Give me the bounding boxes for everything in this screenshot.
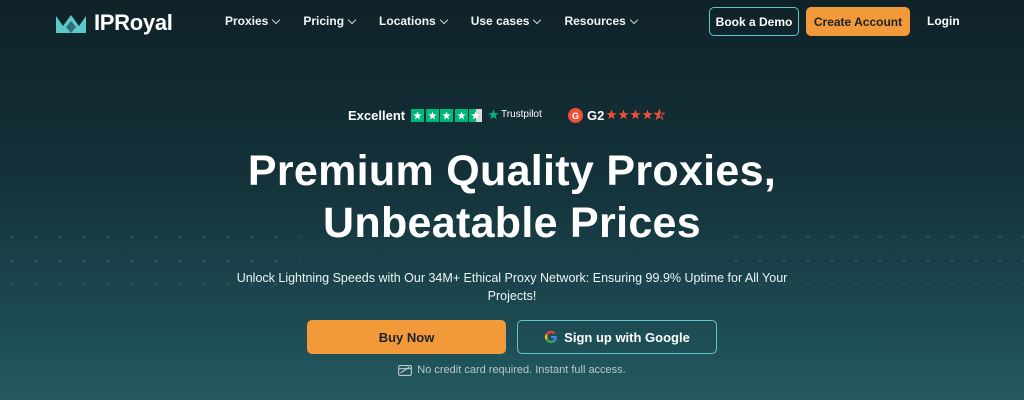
- star-icon: [425, 109, 439, 122]
- menu-label: Use cases: [470, 14, 530, 28]
- brand-logo[interactable]: IPRoyal: [56, 10, 173, 36]
- headline-line-1: Premium Quality Proxies,: [247, 147, 777, 195]
- menu-item-pricing[interactable]: Pricing: [303, 14, 357, 28]
- trustpilot-logo: Trustpilot: [488, 109, 542, 120]
- buy-now-button[interactable]: Buy Now: [307, 320, 506, 354]
- g2-logo-icon: G: [568, 108, 583, 123]
- google-signup-label: Sign up with Google: [564, 329, 690, 345]
- ratings-bar: Excellent Trustpilot G G2: [0, 107, 1024, 125]
- note-text: No credit card required. Instant full ac…: [417, 364, 626, 376]
- menu-label: Proxies: [225, 14, 269, 28]
- chevron-down-icon: [439, 15, 448, 24]
- menu-label: Pricing: [303, 14, 345, 28]
- half-star-icon: [654, 109, 665, 120]
- star-icon: [606, 109, 617, 120]
- star-icon: [411, 109, 424, 122]
- g2-label: G2: [587, 108, 605, 123]
- no-credit-card-note: No credit card required. Instant full ac…: [0, 364, 1024, 376]
- star-icon: [618, 109, 629, 120]
- menu-item-locations[interactable]: Locations: [379, 14, 448, 28]
- menu-item-proxies[interactable]: Proxies: [225, 14, 281, 28]
- menu-label: Resources: [564, 14, 626, 28]
- login-link[interactable]: Login: [927, 14, 960, 28]
- chevron-down-icon: [272, 15, 281, 24]
- hero-subtitle: Unlock Lightning Speeds with Our 34M+ Et…: [236, 271, 788, 303]
- menu-item-use-cases[interactable]: Use cases: [470, 14, 542, 28]
- trustpilot-label: Trustpilot: [501, 109, 542, 120]
- menu-label: Locations: [379, 14, 436, 28]
- google-signup-button[interactable]: Sign up with Google: [517, 320, 717, 354]
- top-navigation: IPRoyal Proxies Pricing Locations Use ca…: [0, 0, 1024, 42]
- logo-text: IPRoyal: [94, 10, 173, 35]
- chevron-down-icon: [533, 15, 542, 24]
- half-star-icon: [469, 109, 482, 122]
- star-icon: [440, 109, 453, 122]
- headline-line-2: Unbeatable Prices: [323, 199, 701, 247]
- star-icon: [642, 109, 653, 120]
- menu-item-resources[interactable]: Resources: [564, 14, 639, 28]
- star-icon: [454, 109, 468, 122]
- book-demo-button[interactable]: Book a Demo: [709, 7, 799, 36]
- crown-logo-icon: [56, 15, 86, 33]
- main-menu: Proxies Pricing Locations Use cases Reso…: [225, 14, 661, 28]
- trustpilot-star-icon: [488, 109, 499, 120]
- trustpilot-stars: [411, 109, 482, 122]
- credit-card-icon: [398, 364, 413, 376]
- hero-headline: Premium Quality Proxies, Unbeatable Pric…: [0, 145, 1024, 249]
- google-g-icon: [545, 330, 558, 344]
- chevron-down-icon: [347, 15, 357, 24]
- trustpilot-rating-text: Excellent: [348, 108, 406, 123]
- star-icon: [630, 109, 641, 120]
- chevron-down-icon: [629, 15, 639, 24]
- g2-stars: [606, 109, 665, 120]
- create-account-button[interactable]: Create Account: [806, 7, 910, 36]
